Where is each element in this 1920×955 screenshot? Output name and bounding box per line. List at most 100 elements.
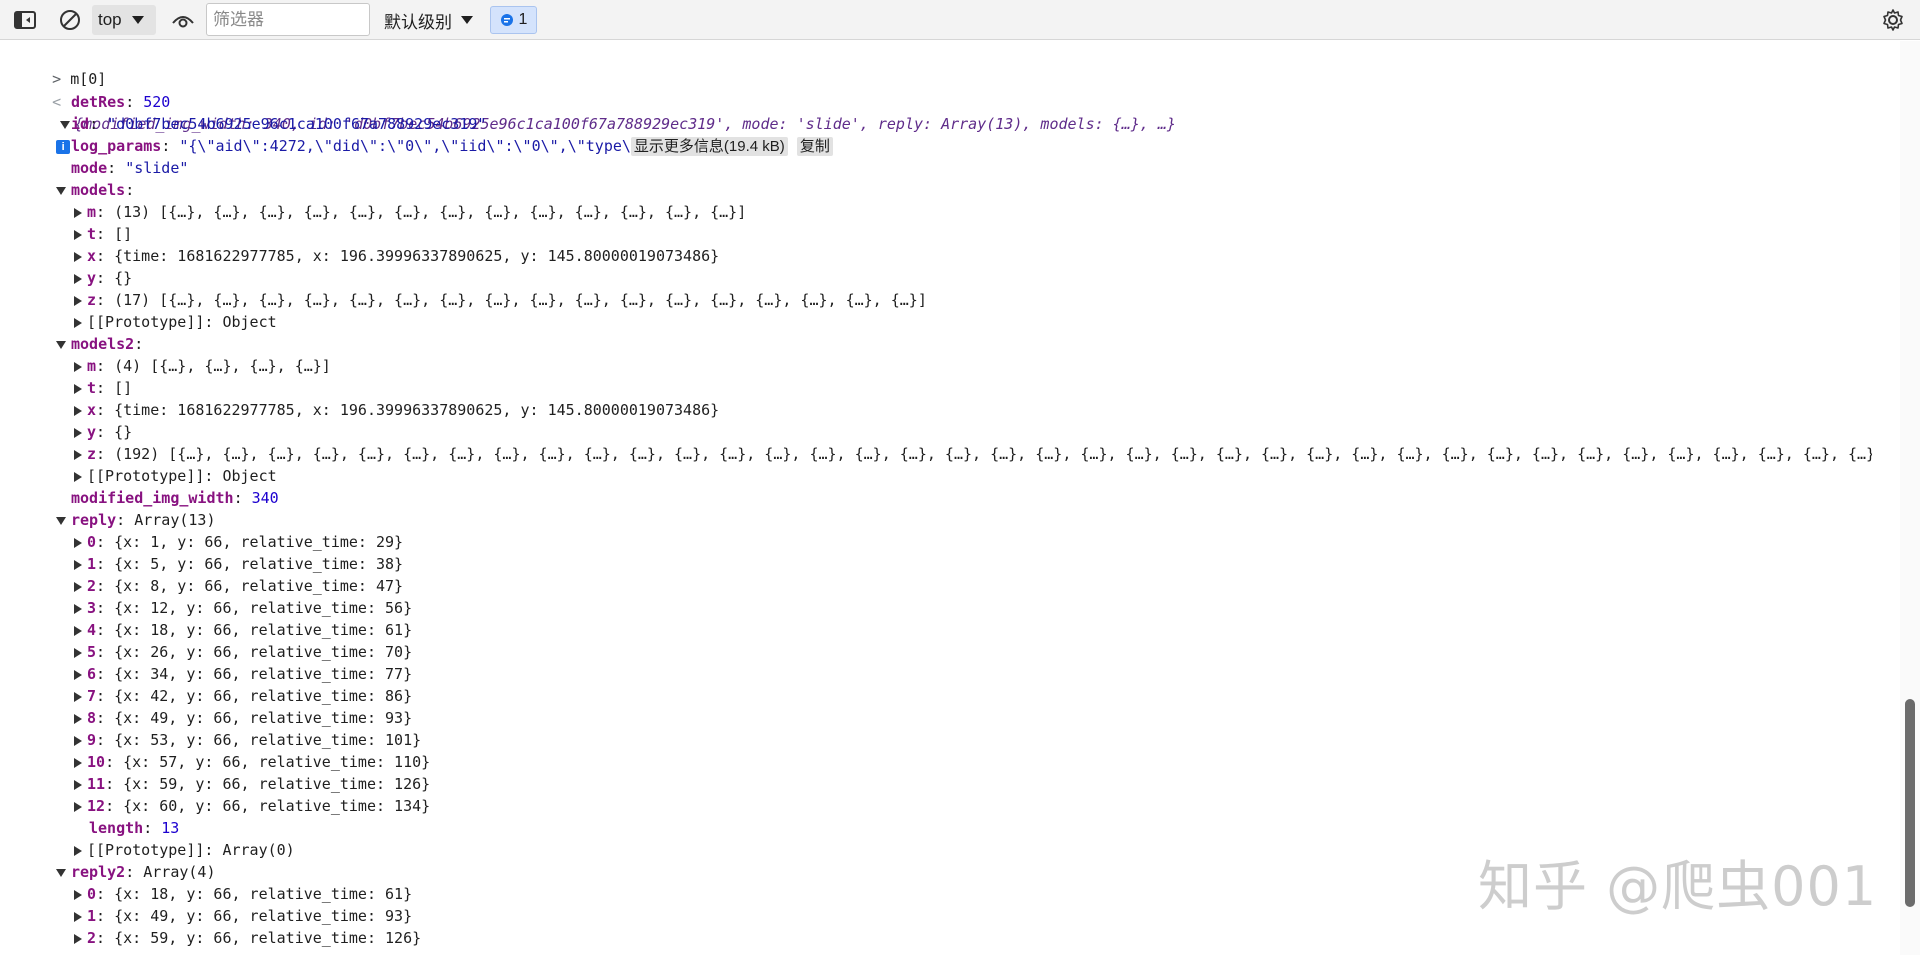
tree-row[interactable]: t: [] <box>74 377 132 399</box>
tree-row[interactable]: z: (17) [{…}, {…}, {…}, {…}, {…}, {…}, {… <box>74 289 927 311</box>
expand-arrow-icon[interactable] <box>56 868 66 877</box>
tree-row[interactable]: reply2: Array(4) <box>56 861 216 883</box>
expand-arrow-icon[interactable] <box>74 273 82 284</box>
tree-row[interactable]: t: [] <box>74 223 132 245</box>
property-key: 0 <box>87 533 97 551</box>
filter-input[interactable] <box>206 3 370 36</box>
tree-row[interactable]: 8: {x: 49, y: 66, relative_time: 93} <box>74 707 412 729</box>
copy-button[interactable]: 复制 <box>796 137 833 156</box>
tree-row[interactable]: m: (4) [{…}, {…}, {…}, {…}] <box>74 355 331 377</box>
tree-row[interactable]: 7: {x: 42, y: 66, relative_time: 86} <box>74 685 412 707</box>
tree-row[interactable]: [[Prototype]]: Object <box>74 465 277 487</box>
tree-row[interactable]: 3: {x: 12, y: 66, relative_time: 56} <box>74 597 412 619</box>
expand-arrow-icon[interactable] <box>74 229 82 240</box>
tree-row[interactable]: 11: {x: 59, y: 66, relative_time: 126} <box>74 773 430 795</box>
property-value: {} <box>114 423 133 441</box>
property-value: "d0bf7bec54b6925e96c1ca100f67a788929ec31… <box>107 115 487 133</box>
expand-arrow-icon[interactable] <box>74 559 82 570</box>
property-value: {x: 42, y: 66, relative_time: 86} <box>114 687 413 705</box>
show-more-button[interactable]: 显示更多信息(19.4 kB) <box>630 137 788 156</box>
console-toolbar: top 默认级别 1 <box>0 0 1920 40</box>
tree-row[interactable]: [[Prototype]]: Array(0) <box>74 839 295 861</box>
tree-row[interactable]: 9: {x: 53, y: 66, relative_time: 101} <box>74 729 421 751</box>
tree-row[interactable]: 10: {x: 57, y: 66, relative_time: 110} <box>74 751 430 773</box>
tree-row[interactable]: 12: {x: 60, y: 66, relative_time: 134} <box>74 795 430 817</box>
expand-arrow-icon[interactable] <box>74 603 82 614</box>
dock-sidebar-icon[interactable] <box>10 0 40 40</box>
property-value: {x: 60, y: 66, relative_time: 134} <box>123 797 431 815</box>
expand-arrow-icon[interactable] <box>74 251 82 262</box>
tree-row[interactable]: 1: {x: 49, y: 66, relative_time: 93} <box>74 905 412 927</box>
colon: : <box>96 643 115 661</box>
expand-arrow-icon[interactable] <box>74 801 82 812</box>
property-key: t <box>87 225 97 243</box>
expand-arrow-icon[interactable] <box>74 691 82 702</box>
tree-row[interactable]: reply: Array(13) <box>56 509 216 531</box>
tree-row[interactable]: 4: {x: 18, y: 66, relative_time: 61} <box>74 619 412 641</box>
log-level-label: 默认级别 <box>384 12 452 32</box>
expand-arrow-icon[interactable] <box>74 889 82 900</box>
expand-arrow-icon[interactable] <box>56 516 66 525</box>
expand-arrow-icon[interactable] <box>74 779 82 790</box>
expand-arrow-icon[interactable] <box>74 757 82 768</box>
issues-button[interactable]: 1 <box>490 6 537 34</box>
tree-row[interactable]: 6: {x: 34, y: 66, relative_time: 77} <box>74 663 412 685</box>
tree-row[interactable]: 2: {x: 8, y: 66, relative_time: 47} <box>74 575 403 597</box>
expand-arrow-icon[interactable] <box>74 361 82 372</box>
tree-row[interactable]: m: (13) [{…}, {…}, {…}, {…}, {…}, {…}, {… <box>74 201 746 223</box>
property-key: x <box>87 247 97 265</box>
expand-arrow-icon[interactable] <box>74 581 82 592</box>
tree-row[interactable]: models2: <box>56 333 152 355</box>
expand-arrow-icon[interactable] <box>74 735 82 746</box>
dropdown-arrow-icon <box>131 16 144 24</box>
tree-row[interactable]: [[Prototype]]: Object <box>74 311 277 333</box>
expand-arrow-icon[interactable] <box>74 625 82 636</box>
tree-row: log_params: "{\"aid\":4272,\"did\":\"0\"… <box>56 135 833 157</box>
property-key: y <box>87 423 97 441</box>
property-key: mode <box>71 159 108 177</box>
expand-arrow-icon[interactable] <box>74 317 82 328</box>
tree-row: length: 13 <box>74 817 179 839</box>
expand-arrow-icon[interactable] <box>74 537 82 548</box>
property-value: {x: 18, y: 66, relative_time: 61} <box>114 885 413 903</box>
settings-gear-icon[interactable] <box>1878 0 1908 40</box>
tree-row[interactable]: x: {time: 1681622977785, x: 196.39996337… <box>74 245 719 267</box>
tree-row[interactable]: models: <box>56 179 143 201</box>
expand-arrow-icon[interactable] <box>74 911 82 922</box>
eye-icon[interactable] <box>168 0 198 40</box>
tree-row[interactable]: y: {} <box>74 267 132 289</box>
property-value: (13) [{…}, {…}, {…}, {…}, {…}, {…}, {…},… <box>114 203 747 221</box>
expand-arrow-icon[interactable] <box>74 471 82 482</box>
vertical-scrollbar[interactable] <box>1900 41 1920 955</box>
expand-arrow-icon[interactable] <box>74 669 82 680</box>
tree-row[interactable]: 5: {x: 26, y: 66, relative_time: 70} <box>74 641 412 663</box>
expand-arrow-icon[interactable] <box>74 405 82 416</box>
expand-arrow-icon[interactable] <box>74 295 82 306</box>
expand-arrow-icon[interactable] <box>74 449 82 460</box>
tree-row[interactable]: x: {time: 1681622977785, x: 196.39996337… <box>74 399 719 421</box>
log-level-dropdown[interactable]: 默认级别 <box>384 5 473 35</box>
expand-arrow-icon[interactable] <box>56 340 66 349</box>
expand-arrow-icon[interactable] <box>74 933 82 944</box>
expand-arrow-icon[interactable] <box>74 845 82 856</box>
expand-arrow-icon[interactable] <box>56 186 66 195</box>
tree-row[interactable]: y: {} <box>74 421 132 443</box>
expand-arrow-icon[interactable] <box>74 713 82 724</box>
colon: : <box>89 115 108 133</box>
expand-arrow-icon[interactable] <box>74 427 82 438</box>
expand-arrow-icon[interactable] <box>74 383 82 394</box>
tree-row[interactable]: 2: {x: 59, y: 66, relative_time: 126} <box>74 927 421 949</box>
tree-row[interactable]: 1: {x: 5, y: 66, relative_time: 38} <box>74 553 403 575</box>
result-summary-line[interactable]: < {modified_img_width: 340, id: 'd0bf7be… <box>16 69 1176 154</box>
tree-row[interactable]: 0: {x: 1, y: 66, relative_time: 29} <box>74 531 403 553</box>
tree-row[interactable]: 0: {x: 18, y: 66, relative_time: 61} <box>74 883 412 905</box>
scrollbar-thumb[interactable] <box>1905 699 1915 907</box>
expand-arrow-icon[interactable] <box>74 647 82 658</box>
context-selector[interactable]: top <box>92 5 156 35</box>
property-key: 2 <box>87 929 97 947</box>
tree-row[interactable]: z: (192) [{…}, {…}, {…}, {…}, {…}, {…}, … <box>74 443 1872 465</box>
clear-console-icon[interactable] <box>55 0 85 40</box>
expand-arrow-icon[interactable] <box>74 207 82 218</box>
property-value: {x: 1, y: 66, relative_time: 29} <box>114 533 404 551</box>
property-value: "{\"aid\":4272,\"did\":\"0\",\"iid\":\"0… <box>179 137 631 155</box>
